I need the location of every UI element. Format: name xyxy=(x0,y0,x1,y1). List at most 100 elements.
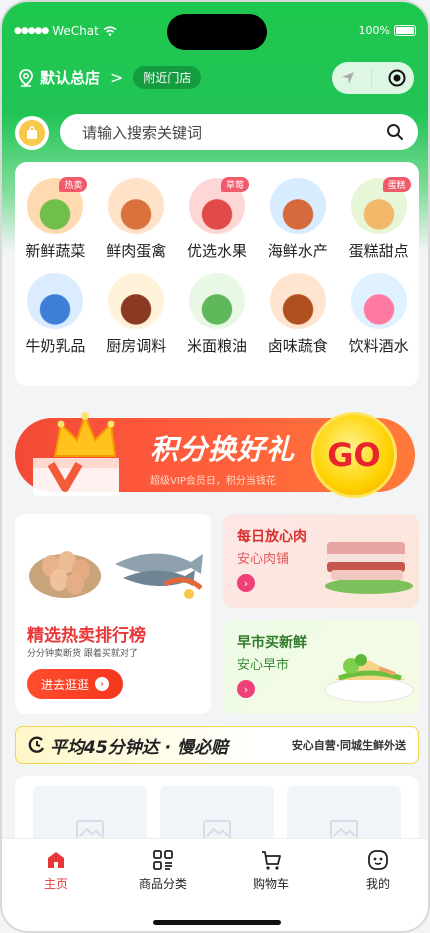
image-icon xyxy=(330,820,358,840)
category-label: 牛奶乳品 xyxy=(25,337,86,355)
hot-ranking-title: 精选热卖排行榜 xyxy=(27,626,146,646)
category-grid-icon xyxy=(153,850,173,870)
category-image xyxy=(188,273,245,329)
shop-bag-icon xyxy=(19,120,45,146)
search-placeholder: 请输入搜索关键词 xyxy=(82,123,203,142)
battery-status: 100% xyxy=(359,24,416,37)
tab-cart-label: 购物车 xyxy=(252,877,289,891)
tab-categories-label: 商品分类 xyxy=(138,877,187,891)
search-icon[interactable] xyxy=(386,123,404,141)
search-input[interactable]: 请输入搜索关键词 xyxy=(60,114,418,150)
store-name: 默认总店 xyxy=(40,69,101,87)
category-item[interactable]: 饮料酒水 xyxy=(338,273,419,356)
category-label: 蛋糕甜点 xyxy=(348,242,409,260)
category-item[interactable]: 米面粮油 xyxy=(177,273,258,356)
category-image xyxy=(269,178,326,234)
morning-market-card[interactable]: 早市买新鲜 安心早市 › xyxy=(223,620,419,714)
category-item[interactable]: 草莓优选水果 xyxy=(177,177,258,261)
daily-meat-title: 每日放心肉 xyxy=(237,529,307,545)
location-pin-icon xyxy=(19,68,33,87)
category-image xyxy=(27,273,84,329)
category-image xyxy=(350,273,407,329)
carrier-name: WeChat xyxy=(52,24,99,38)
profile-face-icon xyxy=(368,850,388,870)
delivery-promise-text: 平均45分钟达 · 慢必赔 xyxy=(50,737,228,758)
home-indicator xyxy=(153,920,281,925)
image-icon xyxy=(76,820,104,840)
category-badge: 蛋糕 xyxy=(382,177,411,192)
go-label: GO xyxy=(327,436,381,474)
delivery-promise-strip[interactable]: 平均45分钟达 · 慢必赔 安心自营·同城生鲜外送 xyxy=(15,726,419,764)
nearby-stores-button[interactable]: 附近门店 xyxy=(133,66,202,89)
camera-notch xyxy=(167,14,267,50)
status-bar: ●●●●● WeChat 100% xyxy=(2,2,428,52)
tab-cart[interactable]: 购物车 xyxy=(231,849,311,892)
chevron-right-icon: › xyxy=(95,677,109,691)
category-grid: 热卖 新鲜蔬菜 鲜肉蛋禽 草莓 优选水果 海鲜水产 蛋糕 蛋糕甜点 牛奶乳品 厨房调料 米面粮油 卤味… xyxy=(15,162,419,356)
capsule-divider xyxy=(371,69,373,87)
chevron-right-icon: > xyxy=(110,68,124,87)
points-banner[interactable]: 积分换好礼 超级VIP会员日，积分当钱花 GO xyxy=(15,402,419,502)
category-item[interactable]: 海鲜水产 xyxy=(257,178,338,261)
category-image xyxy=(108,273,165,329)
category-item[interactable]: 鲜肉蛋禽 xyxy=(96,178,177,261)
battery-percent: 100% xyxy=(358,24,390,37)
gift-crown-icon xyxy=(33,412,119,496)
category-item[interactable]: 热卖新鲜蔬菜 xyxy=(15,177,96,261)
tab-home-label: 主页 xyxy=(43,877,68,891)
banner-title: 积分换好礼 xyxy=(150,433,296,466)
arrow-right-icon: › xyxy=(237,574,255,592)
daily-meat-card[interactable]: 每日放心肉 安心肉铺 › xyxy=(223,514,419,608)
category-label: 米面粮油 xyxy=(186,337,247,355)
arrow-right-icon: › xyxy=(237,680,255,698)
browse-button[interactable]: 进去逛逛 › xyxy=(27,669,123,699)
category-label: 优选水果 xyxy=(186,242,247,260)
category-panel: 热卖 新鲜蔬菜 鲜肉蛋禽 草莓 优选水果 海鲜水产 蛋糕 蛋糕甜点 牛奶乳品 厨房调料 米面粮油 卤味… xyxy=(15,162,419,386)
pork-belly-image xyxy=(325,542,413,594)
category-item[interactable]: 厨房调料 xyxy=(96,273,177,356)
phone-frame: ●●●●● WeChat 100% 默认总店 > 附近门店 请输入搜索关键词 热… xyxy=(0,0,430,933)
image-icon xyxy=(203,820,231,840)
image-placeholder xyxy=(33,786,147,846)
signal-icon: ●●●●● xyxy=(14,26,49,36)
tab-categories[interactable]: 商品分类 xyxy=(123,849,203,892)
delivery-promise: 平均45分钟达 · 慢必赔 xyxy=(28,733,228,758)
daily-meat-subtitle: 安心肉铺 xyxy=(237,552,290,567)
image-placeholder xyxy=(160,786,274,846)
hot-ranking-subtitle: 分分钟卖断货 跟着买就对了 xyxy=(27,649,138,659)
carrier: ●●●●● WeChat xyxy=(14,24,117,38)
category-label: 厨房调料 xyxy=(106,337,167,355)
hot-ranking-card[interactable]: 精选热卖排行榜 分分钟卖断货 跟着买就对了 进去逛逛 › xyxy=(15,514,211,714)
miniprogram-capsule xyxy=(332,62,414,94)
delivery-tagline: 安心自营·同城生鲜外送 xyxy=(291,739,406,752)
tab-profile-label: 我的 xyxy=(365,877,390,891)
category-item[interactable]: 蛋糕蛋糕甜点 xyxy=(338,177,419,261)
category-label: 卤味蔬食 xyxy=(267,337,328,355)
morning-market-subtitle: 安心早市 xyxy=(237,658,290,673)
eggs-and-fish-image xyxy=(15,514,211,609)
home-icon xyxy=(48,852,64,868)
bottom-tab-bar: 主页 商品分类 购物车 我的 xyxy=(2,838,428,931)
category-label: 新鲜蔬菜 xyxy=(25,242,86,260)
wifi-icon xyxy=(103,26,117,36)
category-label: 海鲜水产 xyxy=(267,242,328,260)
category-badge: 草莓 xyxy=(220,177,249,192)
category-item[interactable]: 卤味蔬食 xyxy=(257,273,338,356)
category-badge: 热卖 xyxy=(59,177,88,192)
morning-market-title: 早市买新鲜 xyxy=(237,635,307,651)
shop-logo[interactable] xyxy=(15,116,49,150)
category-image xyxy=(269,273,326,329)
tab-home[interactable]: 主页 xyxy=(16,849,96,892)
go-button[interactable]: GO xyxy=(311,412,397,498)
image-placeholder xyxy=(287,786,401,846)
category-label: 饮料酒水 xyxy=(348,337,409,355)
category-image xyxy=(108,178,165,234)
banner-subtitle: 超级VIP会员日，积分当钱花 xyxy=(150,476,276,487)
sandwich-plate-image xyxy=(324,654,414,703)
tab-profile[interactable]: 我的 xyxy=(338,849,418,892)
store-selector[interactable]: 默认总店 > 附近门店 xyxy=(18,66,202,89)
timer-icon xyxy=(28,736,45,753)
navigation-arrow-icon[interactable] xyxy=(340,70,356,86)
close-target-icon[interactable] xyxy=(388,69,406,87)
category-item[interactable]: 牛奶乳品 xyxy=(15,273,96,356)
